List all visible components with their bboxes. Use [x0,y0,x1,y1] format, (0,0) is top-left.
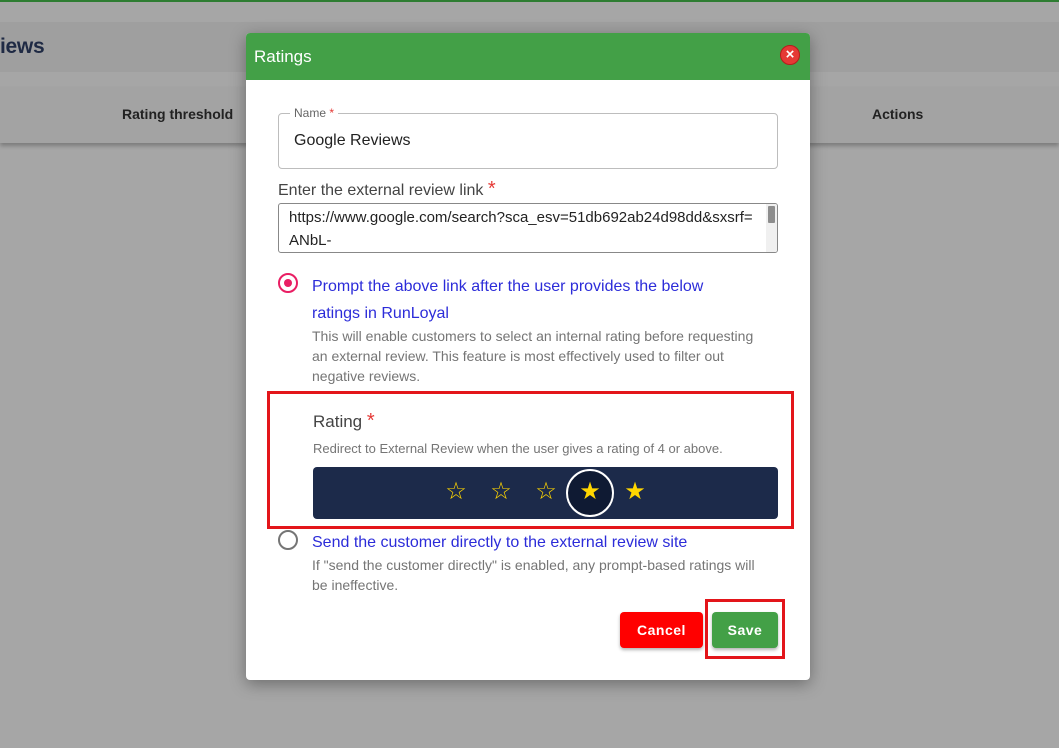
cancel-button[interactable]: Cancel [620,612,703,648]
textarea-scrollbar[interactable] [766,204,777,252]
direct-option-label[interactable]: Send the customer directly to the extern… [312,529,772,556]
dialog-header: Ratings × [246,33,810,80]
prompt-option-label[interactable]: Prompt the above link after the user pro… [312,273,752,327]
column-actions: Actions [872,106,924,122]
direct-option-radio[interactable] [278,530,298,550]
background-page-title: iews [0,35,45,58]
name-input[interactable] [294,132,764,150]
link-label-text: Enter the external review link [278,182,484,199]
direct-option-description: If "send the customer directly" is enabl… [312,557,755,593]
link-label: Enter the external review link * [278,178,496,201]
ratings-dialog: Ratings × Name * Enter the external revi… [246,33,810,680]
required-mark: * [487,178,496,200]
name-field[interactable]: Name * [278,106,778,169]
close-button[interactable]: × [780,45,800,65]
column-rating-threshold: Rating threshold [122,106,234,122]
close-icon: × [785,46,795,63]
prompt-option-radio[interactable] [278,273,298,293]
dialog-title: Ratings [254,47,312,66]
name-label: Name [294,106,327,120]
required-mark: * [329,106,335,120]
name-field-legend: Name * [290,106,339,120]
scrollbar-thumb[interactable] [768,206,775,223]
external-link-value: https://www.google.com/search?sca_esv=51… [289,209,753,249]
prompt-option-description: This will enable customers to select an … [312,328,754,384]
save-highlight-box [705,599,785,659]
top-accent-line [0,0,1059,2]
rating-highlight-box [267,391,794,529]
external-link-textarea[interactable]: https://www.google.com/search?sca_esv=51… [278,203,778,253]
